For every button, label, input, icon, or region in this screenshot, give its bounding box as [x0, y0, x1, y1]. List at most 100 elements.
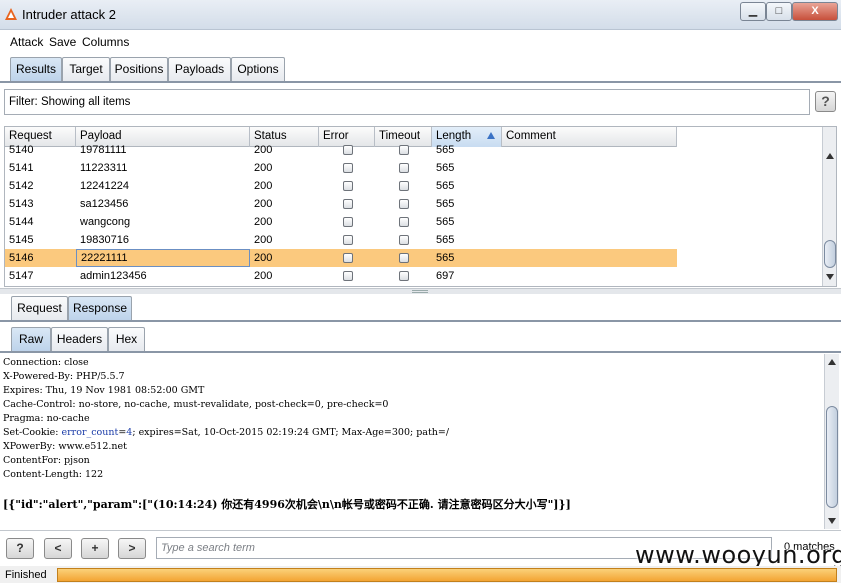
splitter-grip-icon	[412, 290, 428, 293]
cell-payload: 12241224	[80, 180, 129, 192]
response-line: Content-Length: 122	[3, 469, 104, 480]
cell-status: 200	[254, 144, 273, 156]
tab-payloads[interactable]: Payloads	[168, 57, 231, 82]
error-checkbox	[343, 235, 353, 245]
response-line: X-Powered-By: PHP/5.5.7	[3, 371, 125, 382]
filter-help-button[interactable]: ?	[815, 91, 836, 112]
response-line: ContentFor: pjson	[3, 455, 90, 466]
window-title: Intruder attack 2	[22, 7, 116, 22]
error-checkbox	[343, 271, 353, 281]
timeout-checkbox	[399, 163, 409, 173]
cell-length: 697	[436, 270, 455, 282]
timeout-checkbox	[399, 253, 409, 263]
cell-length: 565	[436, 144, 455, 156]
error-checkbox	[343, 217, 353, 227]
cell-request: 5146	[9, 252, 34, 264]
cell-status: 200	[254, 162, 273, 174]
timeout-checkbox	[399, 235, 409, 245]
cell-payload: 22221111	[76, 249, 250, 267]
response-line: XPowerBy: www.e512.net	[3, 441, 127, 452]
response-line: Pragma: no-cache	[3, 413, 90, 424]
error-checkbox	[343, 181, 353, 191]
filter-bar[interactable]: Filter: Showing all items	[4, 89, 810, 115]
cookie-name: error_count	[61, 427, 119, 438]
scroll-thumb[interactable]	[826, 406, 838, 508]
scroll-down-icon[interactable]	[828, 518, 836, 524]
menu-attack[interactable]: Attack	[10, 35, 43, 49]
table-row[interactable]: 5142 12241224 200 565	[5, 177, 677, 195]
tab-headers[interactable]: Headers	[51, 327, 108, 352]
cell-length: 565	[436, 252, 455, 264]
menu-bar: Attack Save Columns	[0, 30, 841, 54]
sort-ascending-icon	[487, 132, 495, 139]
cookie-attributes: ; expires=Sat, 10-Oct-2015 02:19:24 GMT;…	[132, 427, 450, 438]
table-row[interactable]: 5144 wangcong 200 565	[5, 213, 677, 231]
tab-results[interactable]: Results	[10, 57, 62, 82]
response-line: Connection: close	[3, 357, 89, 368]
cookie-prefix: Set-Cookie:	[3, 427, 62, 438]
cell-request: 5143	[9, 198, 34, 210]
search-add-button[interactable]: +	[81, 538, 109, 559]
tab-divider	[0, 81, 841, 83]
maximize-button[interactable]: □	[766, 2, 792, 21]
error-checkbox	[343, 163, 353, 173]
req-resp-tab-divider	[0, 320, 841, 322]
response-line: Expires: Thu, 19 Nov 1981 08:52:00 GMT	[3, 385, 205, 396]
cell-request: 5147	[9, 270, 34, 282]
table-row[interactable]: 5147 admin123456 200 697	[5, 267, 677, 285]
response-scrollbar[interactable]	[824, 354, 839, 529]
view-tab-divider	[0, 351, 841, 353]
search-prev-button[interactable]: <	[44, 538, 72, 559]
menu-columns[interactable]: Columns	[82, 35, 129, 49]
cell-status: 200	[254, 252, 273, 264]
pane-splitter[interactable]	[0, 288, 841, 294]
table-row[interactable]: 5141 11223311 200 565	[5, 159, 677, 177]
tab-request[interactable]: Request	[11, 296, 68, 321]
tab-positions[interactable]: Positions	[110, 57, 168, 82]
cell-length: 565	[436, 180, 455, 192]
progress-bar	[57, 568, 837, 582]
search-next-button[interactable]: >	[118, 538, 146, 559]
filter-text: Filter: Showing all items	[9, 96, 131, 108]
table-row[interactable]: 5143 sa123456 200 565	[5, 195, 677, 213]
response-body: [{"id":"alert","param":["(10:14:24) 你还有4…	[3, 498, 571, 511]
cell-request: 5145	[9, 234, 34, 246]
menu-save[interactable]: Save	[49, 35, 76, 49]
table-row-selected[interactable]: 5146 22221111 200 565	[5, 249, 677, 267]
cell-payload: 19781111	[80, 144, 127, 156]
cell-request: 5142	[9, 180, 34, 192]
response-text-area[interactable]: Connection: close X-Powered-By: PHP/5.5.…	[0, 354, 824, 529]
cell-length: 565	[436, 234, 455, 246]
error-checkbox	[343, 199, 353, 209]
timeout-checkbox	[399, 145, 409, 155]
scroll-up-icon[interactable]	[828, 359, 836, 365]
cell-payload: 11223311	[80, 162, 128, 174]
burp-app-icon	[5, 8, 17, 20]
response-line: Cache-Control: no-store, no-cache, must-…	[3, 399, 389, 410]
cell-status: 200	[254, 198, 273, 210]
cell-length: 565	[436, 216, 455, 228]
timeout-checkbox	[399, 271, 409, 281]
scroll-up-icon[interactable]	[826, 153, 834, 159]
table-row[interactable]: 5145 19830716 200 565	[5, 231, 677, 249]
table-scrollbar[interactable]	[822, 127, 836, 286]
cell-request: 5140	[9, 144, 34, 156]
scroll-thumb[interactable]	[824, 240, 836, 268]
cell-status: 200	[254, 270, 273, 282]
search-help-button[interactable]: ?	[6, 538, 34, 559]
table-row[interactable]: 5140 19781111 200 565	[5, 141, 677, 159]
cell-payload: sa123456	[80, 198, 129, 210]
close-button[interactable]: X	[792, 2, 838, 21]
error-checkbox	[343, 145, 353, 155]
timeout-checkbox	[399, 181, 409, 191]
scroll-down-icon[interactable]	[826, 274, 834, 280]
tab-raw[interactable]: Raw	[11, 327, 51, 352]
tab-hex[interactable]: Hex	[108, 327, 145, 352]
cell-payload: admin123456	[80, 270, 147, 282]
tab-response[interactable]: Response	[68, 296, 132, 321]
cell-payload: wangcong	[80, 216, 131, 228]
cell-status: 200	[254, 216, 273, 228]
tab-options[interactable]: Options	[231, 57, 285, 82]
minimize-button[interactable]: ▁	[740, 2, 766, 21]
tab-target[interactable]: Target	[62, 57, 110, 82]
